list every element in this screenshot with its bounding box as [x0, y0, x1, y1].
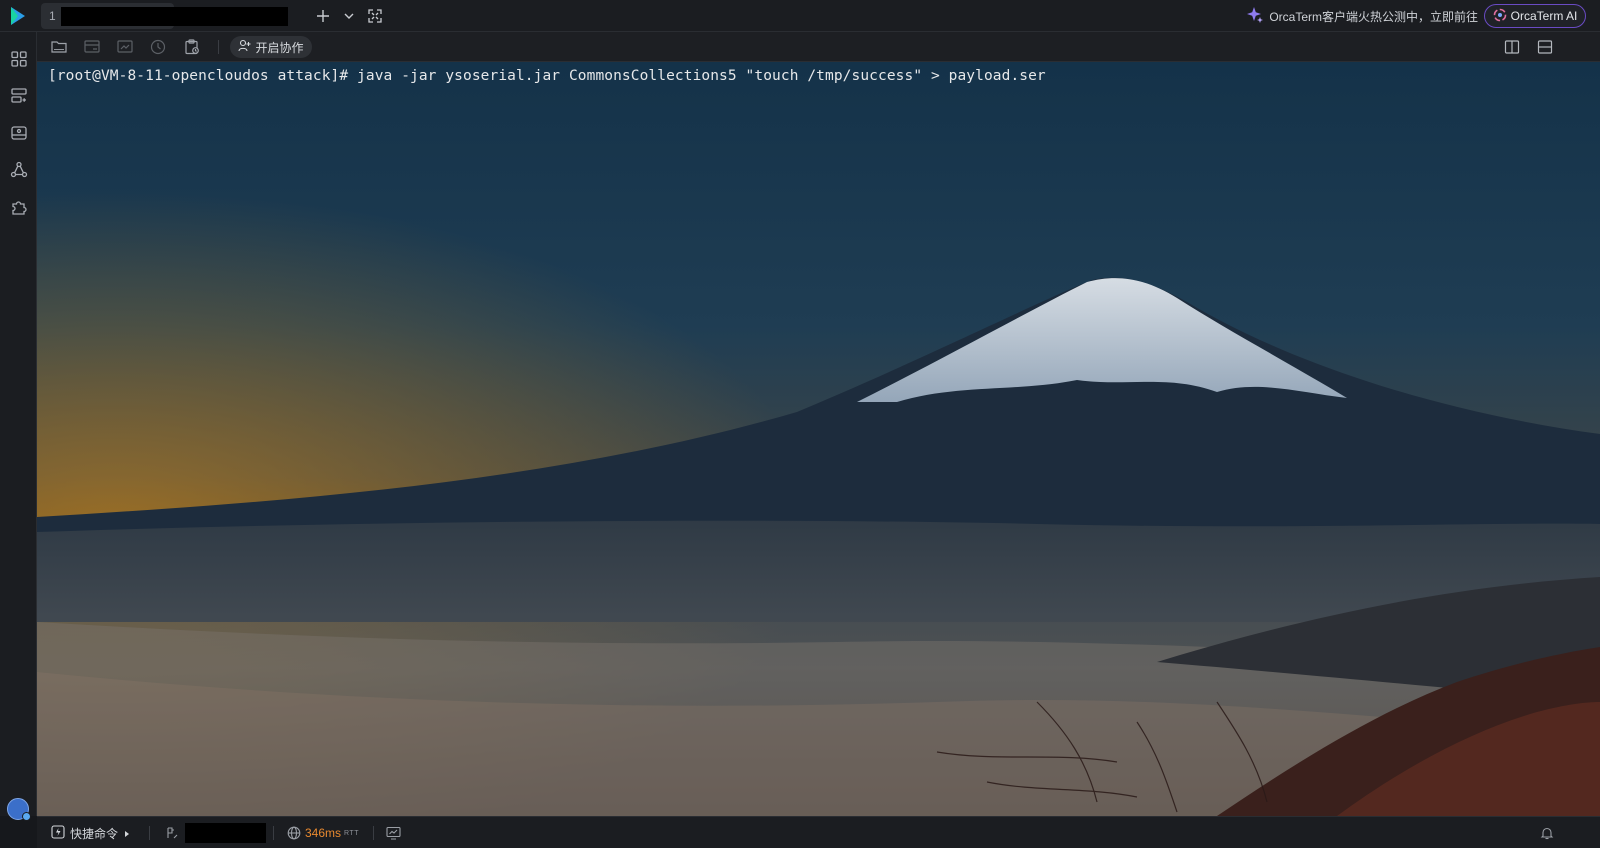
- split-vertical-icon[interactable]: [1502, 37, 1522, 57]
- globe-icon: [286, 825, 302, 841]
- user-avatar[interactable]: [7, 798, 31, 821]
- terminal-pane[interactable]: [root@VM-8-11-opencloudos attack]# java …: [37, 62, 1600, 816]
- status-divider: [373, 826, 374, 840]
- clipboard-icon[interactable]: [182, 37, 202, 57]
- orcaterm-ai-button[interactable]: OrcaTerm AI: [1484, 4, 1586, 28]
- left-nav-rail: [0, 32, 37, 816]
- wallpaper-mountain-image: [37, 62, 1600, 816]
- server-list-icon[interactable]: [8, 85, 29, 106]
- lightning-icon: [51, 825, 65, 842]
- tab-index: 1: [49, 9, 56, 23]
- bell-icon[interactable]: [1539, 825, 1555, 841]
- ai-logo-icon: [1493, 8, 1507, 25]
- add-user-icon: [238, 39, 251, 55]
- latency-value: 346ms: [305, 826, 342, 840]
- sftp-folder-icon[interactable]: [49, 37, 69, 57]
- orcaterm-logo-icon[interactable]: [6, 4, 30, 28]
- network-nodes-icon[interactable]: [8, 159, 29, 180]
- status-divider: [149, 826, 150, 840]
- terminal-command-line[interactable]: [root@VM-8-11-opencloudos attack]# java …: [48, 68, 1046, 84]
- host-info-icon[interactable]: [164, 825, 180, 841]
- fullscreen-icon[interactable]: [365, 6, 385, 26]
- promo-banner[interactable]: OrcaTerm客户端火热公测中，立即前往: [1246, 6, 1478, 27]
- redacted-tab-title: [61, 7, 288, 26]
- ai-button-label: OrcaTerm AI: [1510, 9, 1578, 23]
- redacted-host: [185, 823, 266, 843]
- chevron-down-icon[interactable]: [339, 6, 359, 26]
- file-transfer-icon[interactable]: [82, 37, 102, 57]
- quick-commands-button[interactable]: 快捷命令: [51, 825, 131, 842]
- storage-drive-icon[interactable]: [8, 122, 29, 143]
- plugin-puzzle-icon[interactable]: [8, 196, 29, 217]
- monitor-icon[interactable]: [385, 825, 401, 841]
- terminal-toolbar: 开启协作: [37, 32, 1600, 62]
- plus-icon[interactable]: [313, 6, 333, 26]
- status-bar: 快捷命令 346ms RTT: [37, 816, 1600, 848]
- status-divider: [273, 826, 274, 840]
- apps-grid-icon[interactable]: [8, 48, 29, 69]
- sparkle-icon: [1246, 6, 1264, 27]
- promo-text: OrcaTerm客户端火热公测中，立即前往: [1269, 9, 1478, 24]
- quick-commands-label: 快捷命令: [70, 827, 119, 841]
- caret-right-icon: [123, 827, 131, 841]
- latency-unit: RTT: [344, 830, 359, 837]
- history-circle-icon[interactable]: [148, 37, 168, 57]
- screen-capture-icon[interactable]: [115, 37, 135, 57]
- tab-bar: 1 OrcaTerm客户端火热公测中，立即前往 OrcaTerm AI: [0, 0, 1600, 32]
- split-horizontal-icon[interactable]: [1535, 37, 1555, 57]
- status-dot: [22, 812, 31, 821]
- toolbar-divider: [218, 40, 219, 54]
- start-collaboration-button[interactable]: 开启协作: [230, 36, 312, 58]
- collab-label: 开启协作: [255, 40, 304, 55]
